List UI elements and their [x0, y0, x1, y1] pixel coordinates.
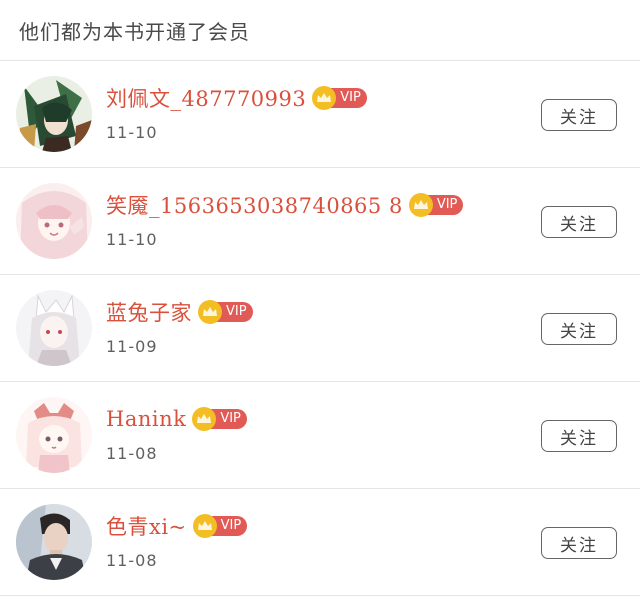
join-date: 11-08 [106, 551, 158, 570]
member-name[interactable]: 蓝兔子家 [106, 297, 192, 327]
crown-icon [198, 300, 222, 324]
crown-icon [192, 407, 217, 431]
list-item[interactable]: 蓝兔子家 VIP 11-09 关注 [0, 275, 640, 382]
vip-label: VIP [220, 411, 241, 426]
member-name[interactable]: 笑魇_1563653038740865 8 [106, 190, 403, 220]
vip-label: VIP [340, 90, 361, 105]
vip-badge: VIP [408, 193, 464, 217]
join-date: 11-10 [106, 230, 158, 249]
vip-badge: VIP [312, 86, 367, 110]
member-name[interactable]: 色青xi~ [106, 511, 187, 541]
follow-button[interactable]: 关注 [541, 420, 617, 452]
member-name[interactable]: Hanink [106, 407, 186, 431]
join-date: 11-08 [106, 444, 158, 463]
avatar[interactable] [16, 183, 92, 259]
crown-icon [312, 86, 337, 110]
avatar[interactable] [16, 76, 92, 152]
crown-icon [192, 514, 217, 538]
follow-button[interactable]: 关注 [541, 313, 617, 345]
list-item[interactable]: 色青xi~ VIP 11-08 关注 [0, 489, 640, 596]
vip-label: VIP [436, 197, 458, 212]
page-title: 他们都为本书开通了会员 [0, 0, 640, 61]
vip-badge: VIP [192, 514, 248, 538]
follow-button[interactable]: 关注 [541, 206, 617, 238]
vip-label: VIP [226, 304, 247, 319]
join-date: 11-09 [106, 337, 158, 356]
list-item[interactable]: Hanink VIP 11-08 关注 [0, 382, 640, 489]
follow-button[interactable]: 关注 [541, 527, 617, 559]
avatar[interactable] [16, 504, 92, 580]
member-list: 刘佩文_487770993 VIP 11-10 关注 笑魇_1563653038… [0, 61, 640, 596]
follow-button[interactable]: 关注 [541, 99, 617, 131]
vip-badge: VIP [192, 407, 247, 431]
member-name[interactable]: 刘佩文_487770993 [106, 83, 306, 113]
vip-label: VIP [220, 518, 242, 533]
crown-icon [408, 193, 433, 217]
vip-badge: VIP [198, 300, 253, 324]
join-date: 11-10 [106, 123, 158, 142]
avatar[interactable] [16, 290, 92, 366]
avatar[interactable] [16, 397, 92, 473]
list-item[interactable]: 刘佩文_487770993 VIP 11-10 关注 [0, 61, 640, 168]
list-item[interactable]: 笑魇_1563653038740865 8 VIP 11-10 关注 [0, 168, 640, 275]
